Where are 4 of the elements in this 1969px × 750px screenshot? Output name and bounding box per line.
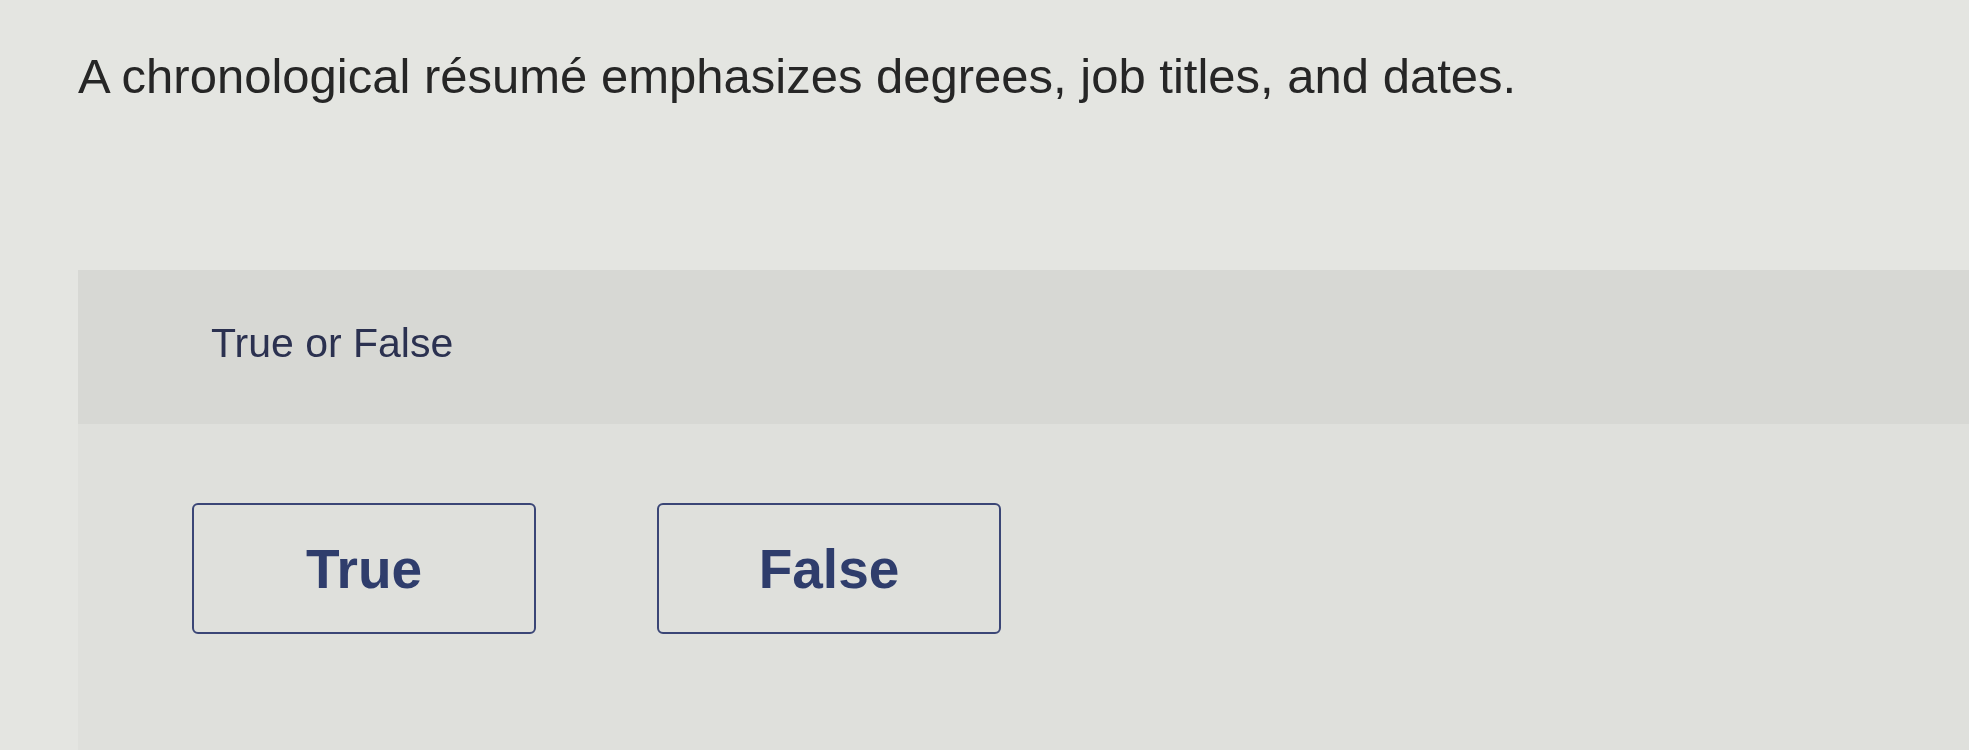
answer-button[interactable]: True — [192, 503, 536, 634]
question-text: A chronological résumé emphasizes degrees, job titles, and dates. — [78, 49, 1517, 103]
prompt-text: True or False — [211, 319, 454, 369]
answer-button[interactable]: False — [657, 503, 1001, 634]
